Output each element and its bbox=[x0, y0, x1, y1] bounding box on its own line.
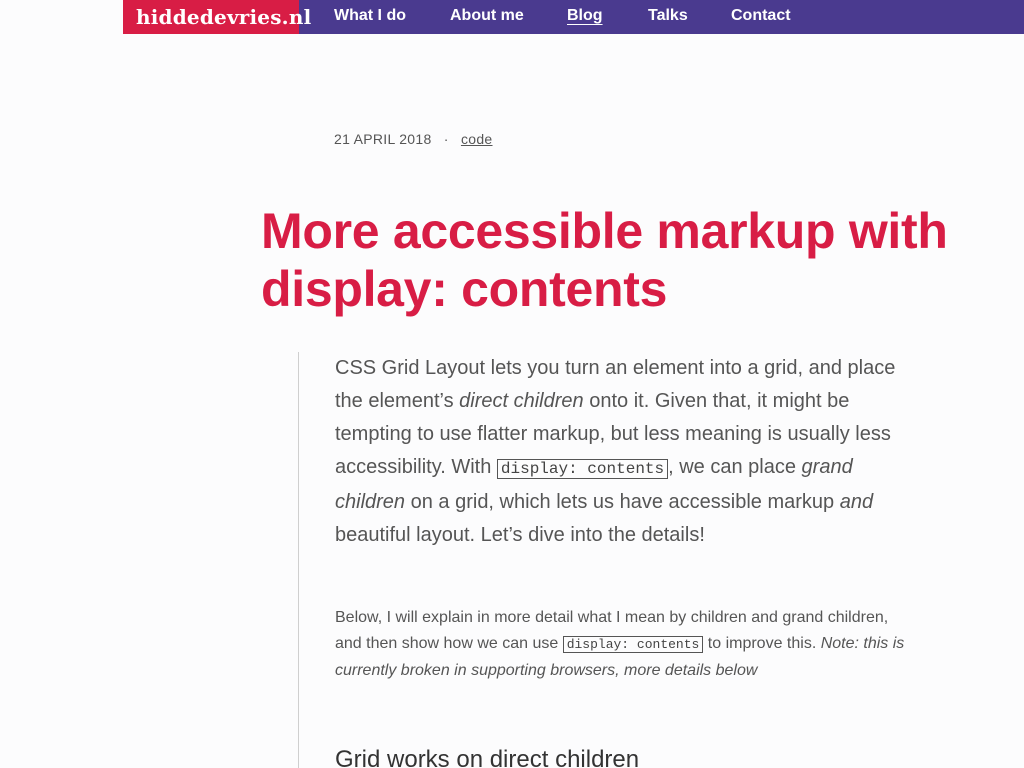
meta-separator: · bbox=[443, 131, 449, 147]
nav-item-about-me[interactable]: About me bbox=[450, 7, 524, 25]
post-meta: 21 APRIL 2018 · code bbox=[334, 131, 493, 147]
section-heading: Grid works on direct children bbox=[335, 746, 640, 768]
category-link[interactable]: code bbox=[461, 131, 493, 147]
body-text: to improve this. bbox=[703, 635, 821, 652]
post-title: More accessible markup with display: con… bbox=[261, 203, 948, 317]
body-paragraph: Below, I will explain in more detail wha… bbox=[335, 605, 905, 684]
intro-paragraph: CSS Grid Layout lets you turn an element… bbox=[335, 352, 905, 552]
nav-item-blog[interactable]: Blog bbox=[567, 7, 603, 25]
intro-text: , we can place bbox=[668, 456, 802, 478]
nav-item-talks[interactable]: Talks bbox=[648, 7, 688, 25]
intro-emphasis: direct children bbox=[459, 390, 584, 412]
inline-code: display: contents bbox=[496, 459, 669, 479]
intro-text: on a grid, which lets us have accessible… bbox=[405, 491, 840, 513]
intro-emphasis: and bbox=[839, 491, 874, 513]
site-logo[interactable]: hiddedevries.nl bbox=[123, 0, 311, 34]
nav-item-contact[interactable]: Contact bbox=[731, 7, 791, 25]
intro-text: beautiful layout. Let’s dive into the de… bbox=[335, 524, 705, 546]
nav-item-what-i-do[interactable]: What I do bbox=[334, 7, 406, 25]
inline-code: display: contents bbox=[562, 636, 704, 653]
post-date: 21 APRIL 2018 bbox=[334, 131, 432, 147]
content-left-rule bbox=[298, 352, 299, 768]
